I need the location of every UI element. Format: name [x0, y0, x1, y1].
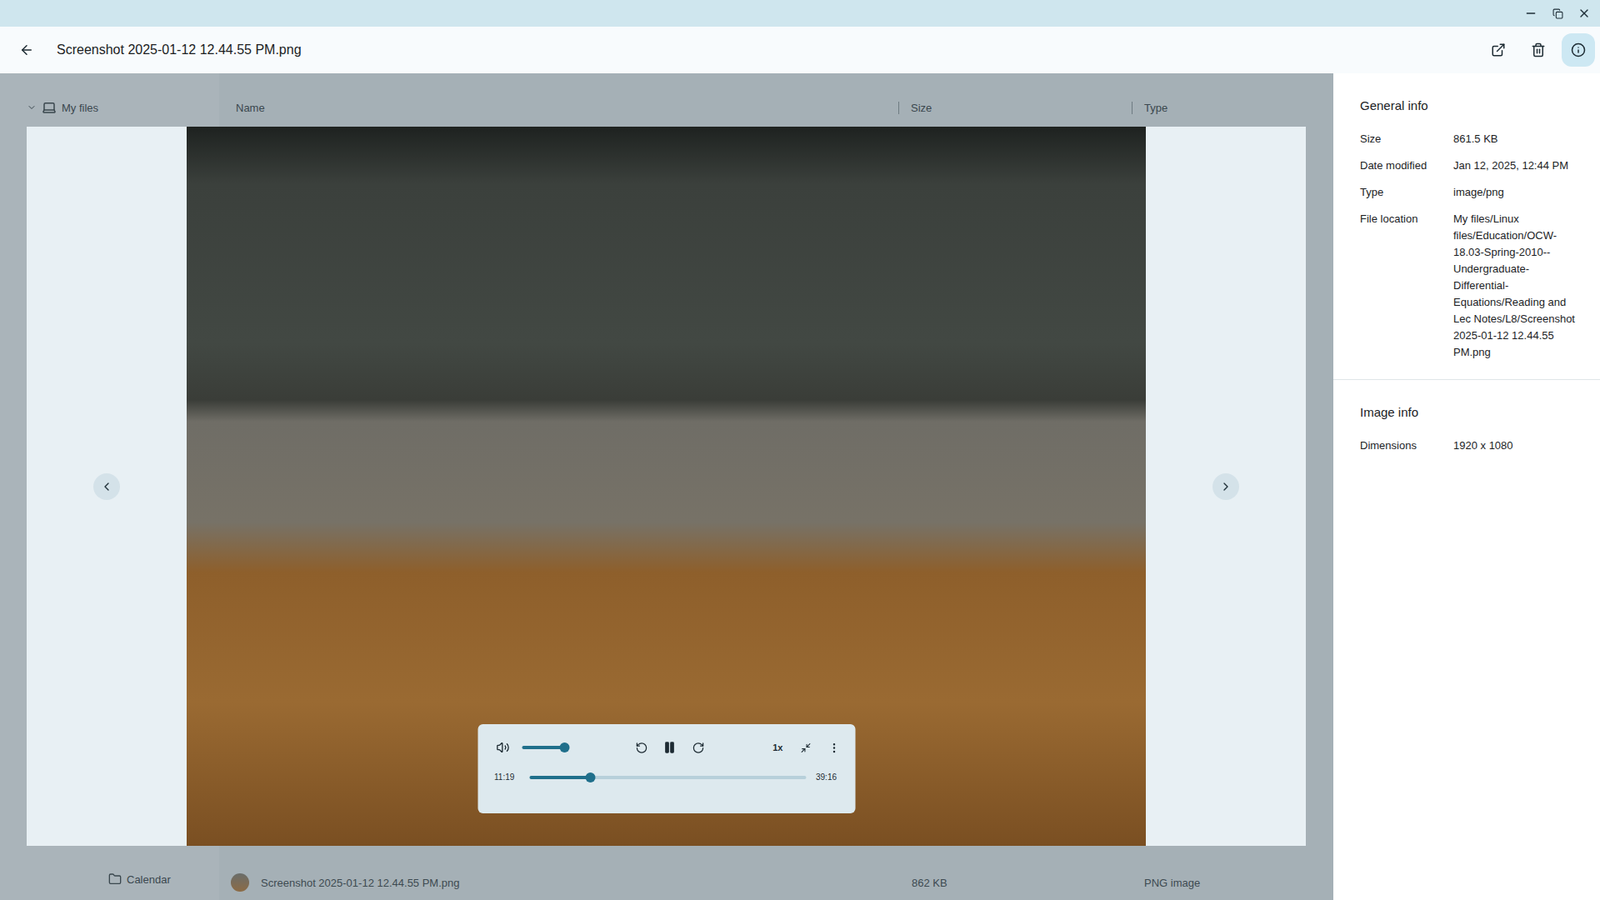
header: Screenshot 2025-01-12 12.44.55 PM.png: [0, 26, 1600, 74]
sidebar-item[interactable]: Calendar: [0, 870, 220, 889]
progress-slider[interactable]: [529, 775, 806, 780]
restore-button[interactable]: [1550, 5, 1565, 21]
column-header-cell[interactable]: Type: [1131, 101, 1334, 115]
column-header-cell[interactable]: Size: [898, 101, 1132, 115]
info-icon: [1570, 42, 1586, 58]
info-section: General info Size861.5 KB Date modifiedJan…: [1333, 73, 1600, 380]
image: 1x 11:19 39:16: [186, 126, 1146, 846]
info-row: Date modifiedJan 12, 2025, 12:44 PM: [1360, 157, 1584, 175]
video-controls: 1x 11:19 39:16: [477, 724, 855, 814]
toolbar: [1481, 33, 1595, 67]
section-title: Image info: [1360, 405, 1584, 420]
back-arrow-icon: [19, 42, 35, 58]
column-header-cell[interactable]: Name: [219, 101, 899, 115]
next-button[interactable]: [1212, 473, 1240, 500]
elapsed-time: 11:19: [494, 772, 520, 782]
folder-icon: [108, 872, 122, 886]
minimize-icon: [1524, 6, 1538, 20]
rewind-button[interactable]: [632, 735, 651, 760]
sidebar-item[interactable]: My files: [0, 98, 220, 117]
open-button[interactable]: [1481, 33, 1515, 67]
delete-button[interactable]: [1521, 33, 1555, 67]
file-row[interactable]: Screenshot 2025-01-12 12.44.55 PM.png862…: [219, 871, 1334, 894]
gallery-window: Screenshot 2025-01-12 12.44.55 PM.png My …: [0, 0, 1600, 900]
info-row: Size861.5 KB: [1360, 130, 1584, 148]
restore-icon: [1552, 8, 1564, 20]
forward-icon: [691, 741, 705, 755]
laptop-icon: [41, 100, 57, 115]
chevron-left-icon: [100, 480, 114, 494]
more-icon: [828, 741, 841, 755]
info-panel: General info Size861.5 KB Date modifiedJan…: [1333, 73, 1600, 900]
stage: My files Calendar NameSizeType Screenshot 2…: [0, 73, 1334, 900]
info-button[interactable]: [1561, 33, 1595, 67]
pause-icon: [663, 740, 677, 755]
forward-button[interactable]: [689, 735, 708, 760]
image-viewer: 1x 11:19 39:16: [26, 126, 1306, 846]
column-header: NameSizeType: [219, 96, 1334, 119]
title-bar: [0, 0, 1600, 27]
expand-icon: [26, 102, 37, 113]
chevron-right-icon: [1219, 480, 1233, 494]
info-section: Image info Dimensions1920 x 1080: [1333, 380, 1600, 473]
volume-icon: [496, 740, 510, 755]
more-button[interactable]: [825, 735, 844, 760]
open-external-icon: [1490, 42, 1506, 58]
trash-icon: [1530, 42, 1546, 58]
file-title: Screenshot 2025-01-12 12.44.55 PM.png: [56, 42, 1482, 58]
minimize-button[interactable]: [1523, 5, 1539, 21]
volume-slider[interactable]: [522, 745, 570, 750]
info-row: Dimensions1920 x 1080: [1360, 437, 1584, 455]
info-row: File locationMy files/Linux files/Educat…: [1360, 210, 1584, 361]
speed-button[interactable]: 1x: [768, 742, 787, 753]
exit-fullscreen-button[interactable]: [796, 735, 815, 760]
close-icon: [1577, 6, 1591, 20]
close-button[interactable]: [1576, 5, 1592, 21]
previous-button[interactable]: [93, 473, 120, 500]
thumbnail-icon: [230, 873, 250, 892]
back-button[interactable]: [10, 33, 44, 67]
volume-button[interactable]: [494, 735, 513, 760]
play-pause-button[interactable]: [660, 735, 680, 760]
minimize-icon: [800, 742, 812, 754]
info-row: Typeimage/png: [1360, 184, 1584, 201]
section-title: General info: [1360, 98, 1584, 113]
rewind-icon: [635, 741, 648, 755]
duration: 39:16: [815, 772, 841, 782]
